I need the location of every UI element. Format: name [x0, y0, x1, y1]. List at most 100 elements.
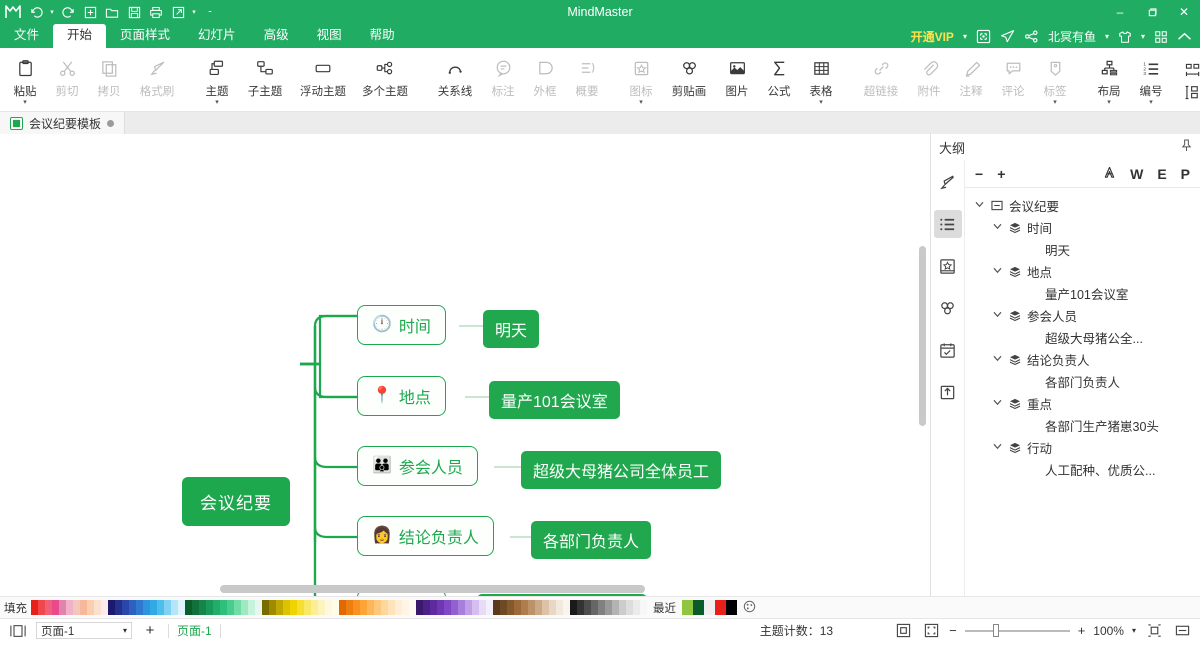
marker-caret-icon[interactable]: ▾ [639, 99, 643, 106]
send-icon[interactable] [1000, 29, 1015, 44]
mindmap-branch-node-owner[interactable]: 👩 结论负责人 [357, 516, 494, 556]
color-swatch[interactable] [535, 600, 542, 615]
outline-row[interactable]: 各部门生产猪崽30头 [965, 414, 1200, 436]
color-swatch[interactable] [402, 600, 409, 615]
comment-button[interactable]: 评论 [992, 51, 1034, 108]
color-swatch[interactable] [234, 600, 241, 615]
menu-item-advanced[interactable]: 高级 [250, 24, 303, 48]
zoom-in-button[interactable]: + [1078, 623, 1086, 638]
chevron-down-icon[interactable] [991, 222, 1003, 233]
export-word-button[interactable]: W [1130, 166, 1143, 182]
color-swatch[interactable] [94, 600, 101, 615]
collapse-ribbon-icon[interactable] [1177, 30, 1192, 43]
zoom-out-button[interactable]: − [949, 623, 957, 638]
user-dropdown-icon[interactable]: ▾ [1105, 32, 1109, 41]
color-swatch[interactable] [206, 600, 213, 615]
chevron-down-icon[interactable] [991, 266, 1003, 277]
color-swatch[interactable] [563, 600, 570, 615]
menu-item-page-style[interactable]: 页面样式 [106, 24, 184, 48]
color-swatch[interactable] [213, 600, 220, 615]
sidebar-item-clipart[interactable] [934, 294, 962, 322]
color-swatch[interactable] [395, 600, 402, 615]
color-swatch[interactable] [409, 600, 416, 615]
save-icon[interactable] [124, 2, 144, 22]
numbering-caret-icon[interactable]: ▾ [1149, 99, 1153, 106]
color-wheel-icon[interactable] [737, 600, 756, 616]
color-swatch[interactable] [38, 600, 45, 615]
layout-button[interactable]: 布局 ▾ [1088, 51, 1130, 108]
add-page-button[interactable]: + [140, 622, 160, 640]
color-swatch[interactable] [290, 600, 297, 615]
color-swatch[interactable] [227, 600, 234, 615]
color-swatch[interactable] [479, 600, 486, 615]
tag-caret-icon[interactable]: ▾ [1053, 99, 1057, 106]
color-swatch[interactable] [381, 600, 388, 615]
color-swatch[interactable] [276, 600, 283, 615]
color-swatch[interactable] [640, 600, 647, 615]
color-swatch[interactable] [556, 600, 563, 615]
color-swatch[interactable] [248, 600, 255, 615]
color-swatch[interactable] [549, 600, 556, 615]
outline-row[interactable]: 明天 [965, 238, 1200, 260]
multi-topic-button[interactable]: 多个主题 [354, 51, 416, 108]
vip-button[interactable]: 开通VIP [911, 28, 954, 45]
color-swatch[interactable] [584, 600, 591, 615]
share-icon[interactable] [1024, 29, 1039, 44]
expand-all-button[interactable]: + [997, 166, 1005, 182]
sidebar-item-outline[interactable] [933, 210, 962, 238]
chevron-down-icon[interactable] [991, 398, 1003, 409]
maximize-button[interactable] [1136, 0, 1168, 24]
formula-button[interactable]: 公式 [758, 51, 800, 108]
pin-icon[interactable] [1181, 139, 1192, 155]
boundary-button[interactable]: 外框 [524, 51, 566, 108]
color-swatch[interactable] [619, 600, 626, 615]
outline-row[interactable]: 地点 [965, 260, 1200, 282]
outline-row[interactable]: 各部门负责人 [965, 370, 1200, 392]
print-icon[interactable] [146, 2, 166, 22]
zoom-dropdown-icon[interactable]: ▾ [1132, 626, 1136, 635]
chevron-down-icon[interactable] [991, 442, 1003, 453]
chevron-down-icon[interactable] [991, 354, 1003, 365]
subtopic-button[interactable]: 子主题 [238, 51, 292, 108]
document-tab[interactable]: 会议纪要模板 [0, 112, 126, 134]
color-swatch[interactable] [416, 600, 423, 615]
outline-row[interactable]: 时间 [965, 216, 1200, 238]
color-swatch[interactable] [157, 600, 164, 615]
color-swatch[interactable] [612, 600, 619, 615]
color-swatch[interactable] [605, 600, 612, 615]
copy-button[interactable]: 拷贝 [88, 51, 130, 108]
mindmap-branch-node-attendees[interactable]: 👪 参会人员 [357, 446, 478, 486]
layout-caret-icon[interactable]: ▾ [1107, 99, 1111, 106]
color-swatch[interactable] [465, 600, 472, 615]
color-swatch[interactable] [45, 600, 52, 615]
color-swatch[interactable] [367, 600, 374, 615]
color-swatch[interactable] [423, 600, 430, 615]
color-swatch[interactable] [472, 600, 479, 615]
color-swatch[interactable] [52, 600, 59, 615]
color-swatch[interactable] [269, 600, 276, 615]
color-swatch[interactable] [297, 600, 304, 615]
color-swatch[interactable] [87, 600, 94, 615]
export-pdf-button[interactable] [1103, 166, 1116, 182]
attachment-button[interactable]: 附件 [908, 51, 950, 108]
color-swatch[interactable] [507, 600, 514, 615]
page-select[interactable]: 页面-1 ▾ [36, 622, 132, 639]
undo-dropdown-icon[interactable]: ▾ [48, 2, 56, 22]
color-swatch[interactable] [528, 600, 535, 615]
menu-item-view[interactable]: 视图 [303, 24, 356, 48]
color-swatch[interactable] [129, 600, 136, 615]
color-swatch[interactable] [283, 600, 290, 615]
recent-color-swatch[interactable] [693, 600, 704, 615]
apps-icon[interactable] [1154, 30, 1168, 44]
note-button[interactable]: 注释 [950, 51, 992, 108]
undo-icon[interactable] [26, 2, 46, 22]
color-swatch[interactable] [514, 600, 521, 615]
outline-row[interactable]: 结论负责人 [965, 348, 1200, 370]
sidebar-item-theme[interactable] [934, 252, 962, 280]
page-tab[interactable]: 页面-1 [177, 622, 212, 639]
color-swatch[interactable] [437, 600, 444, 615]
color-swatch[interactable] [136, 600, 143, 615]
color-swatch[interactable] [388, 600, 395, 615]
mindmap-branch-node-place[interactable]: 📍 地点 [357, 376, 446, 416]
menu-item-help[interactable]: 帮助 [356, 24, 409, 48]
